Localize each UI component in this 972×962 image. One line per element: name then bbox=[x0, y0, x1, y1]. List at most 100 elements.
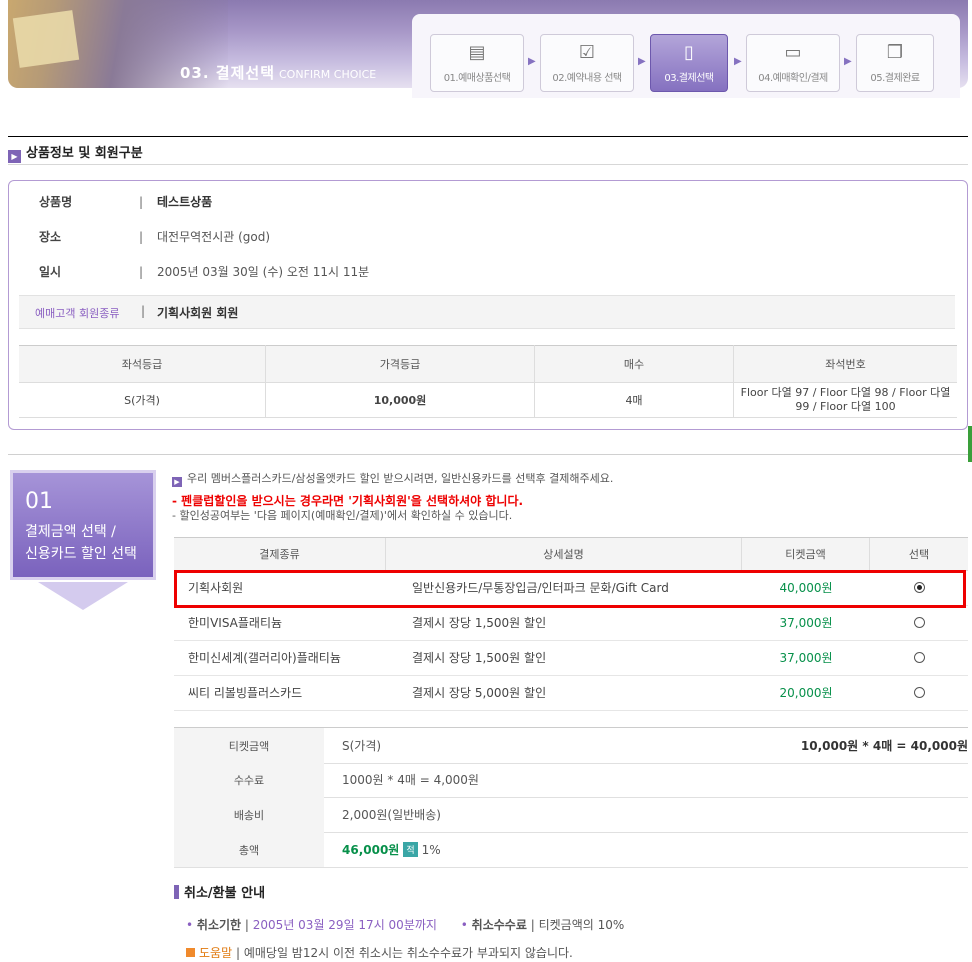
separator: | bbox=[141, 304, 146, 318]
seat-table: 좌석등급 가격등급 매수 좌석번호 S(가격) 10,000원 4매 Floor… bbox=[19, 345, 957, 418]
page-header: 03. 결제선택 CONFIRM CHOICE ▤ 01.예매상품선택 ▶ ☑ 0… bbox=[8, 0, 968, 98]
info-value: 대전무역전시관 (god) bbox=[157, 230, 271, 244]
help-line: 도움말 | 예매당일 밤12시 이전 취소시는 취소수수료가 부과되지 않습니다… bbox=[186, 944, 573, 961]
badge-number: 01 bbox=[25, 489, 53, 514]
cancel-fee-label: 취소수수료 bbox=[471, 918, 527, 932]
phone-icon: ▯ bbox=[684, 42, 694, 63]
table-row: S(가격) 10,000원 4매 Floor 다열 97 / Floor 다열 … bbox=[19, 382, 957, 418]
member-type-row: 예매고객 회원종류 | 기획사회원 회원 bbox=[19, 295, 955, 329]
step-5[interactable]: ❒ 05.결제완료 bbox=[856, 34, 934, 92]
checklist-icon: ☑ bbox=[578, 42, 596, 63]
info-row-datetime: 일시 | 2005년 03월 30일 (수) 오전 11시 11분 bbox=[39, 263, 369, 280]
page-title-text: 03. 결제선택 bbox=[180, 64, 275, 82]
help-label: 도움말 bbox=[199, 946, 233, 960]
divider bbox=[8, 136, 968, 137]
step-1-label: 01.예매상품선택 bbox=[443, 73, 511, 84]
steps-panel: ▤ 01.예매상품선택 ▶ ☑ 02.예약내용 선택 ▶ ▯ 03.결제선택 ▶… bbox=[412, 14, 960, 98]
selection-highlight bbox=[174, 570, 966, 608]
table-row[interactable]: 씨티 리볼빙플러스카드 결제시 장당 5,000원 할인 20,000원 bbox=[174, 675, 968, 711]
section-title-cancel: 취소/환불 안내 bbox=[174, 882, 265, 901]
step-4[interactable]: ▭ 04.예매확인/결제 bbox=[746, 34, 840, 92]
total-amount: 46,000원 bbox=[342, 843, 400, 857]
doc-list-icon: ▤ bbox=[468, 42, 486, 63]
payment-desc: 결제시 장당 5,000원 할인 bbox=[412, 686, 547, 700]
column-header: 좌석번호 bbox=[733, 345, 957, 383]
summary-value: 2,000원(일반배송) bbox=[342, 808, 441, 822]
info-row-product: 상품명 | 테스트상품 bbox=[39, 193, 212, 210]
page-title: 03. 결제선택 CONFIRM CHOICE bbox=[180, 62, 376, 83]
ticket-calculation: 10,000원 * 4매 = 40,000원 bbox=[800, 739, 968, 753]
badge-line2: 신용카드 할인 선택 bbox=[25, 546, 137, 562]
summary-row-ticket: 티켓금액 S(가격) 10,000원 * 4매 = 40,000원 bbox=[174, 727, 968, 764]
column-header: 상세설명 bbox=[386, 538, 742, 570]
column-header: 가격등급 bbox=[265, 345, 535, 383]
section-title-text: 취소/환불 안내 bbox=[184, 886, 266, 901]
section-title-text: 상품정보 및 회원구분 bbox=[26, 146, 143, 161]
info-value: 테스트상품 bbox=[157, 195, 213, 209]
step-arrow-icon: ▶ bbox=[638, 56, 646, 67]
dot-icon: • bbox=[186, 918, 194, 932]
step-5-label: 05.결제완료 bbox=[870, 73, 920, 84]
select-cell bbox=[870, 605, 968, 640]
separator: | bbox=[139, 265, 144, 279]
column-header: 결제종류 bbox=[174, 538, 386, 570]
column-header: 티켓금액 bbox=[742, 538, 870, 570]
bar-bullet-icon bbox=[174, 885, 179, 899]
table-header-row: 결제종류 상세설명 티켓금액 선택 bbox=[174, 537, 968, 571]
notice-text: 우리 멤버스플러스카드/삼성올앳카드 할인 받으시려면, 일반신용카드를 선택후… bbox=[187, 472, 614, 485]
payment-type: 한미VISA플래티늄 bbox=[188, 616, 283, 630]
cancel-deadline-value: 2005년 03월 29일 17시 00분까지 bbox=[252, 918, 437, 932]
payment-desc: 결제시 장당 1,500원 할인 bbox=[412, 616, 547, 630]
separator: | bbox=[244, 918, 249, 932]
cancel-deadline-line: • 취소기한 | 2005년 03월 29일 17시 00분까지 • 취소수수료… bbox=[186, 916, 624, 933]
summary-value: 1000원 * 4매 = 4,000원 bbox=[342, 773, 479, 787]
arrow-bullet-icon: ▶ bbox=[8, 150, 21, 163]
step-arrow-icon: ▶ bbox=[844, 56, 852, 67]
summary-row-total: 총액 46,000원 적 1% bbox=[174, 832, 968, 868]
card-icon: ▭ bbox=[784, 42, 802, 63]
separator: | bbox=[139, 195, 144, 209]
step-1[interactable]: ▤ 01.예매상품선택 bbox=[430, 34, 524, 92]
product-info-box: 상품명 | 테스트상품 장소 | 대전무역전시관 (god) 일시 | 2005년 03월 … bbox=[8, 180, 968, 430]
step-2-label: 02.예약내용 선택 bbox=[552, 73, 622, 84]
payment-amount: 20,000원 bbox=[779, 686, 833, 700]
header-photo-paper bbox=[12, 10, 80, 68]
summary-label: 티켓금액 bbox=[174, 728, 324, 763]
payment-radio[interactable] bbox=[913, 617, 925, 628]
notice-discount-check: - 할인성공여부는 '다음 페이지(예매확인/결제)'에서 확인하실 수 있습니… bbox=[172, 509, 513, 522]
separator: | bbox=[530, 918, 535, 932]
section-title-product: ▶ 상품정보 및 회원구분 bbox=[8, 142, 143, 163]
separator: | bbox=[139, 230, 144, 244]
select-cell bbox=[870, 675, 968, 710]
info-key: 장소 bbox=[39, 230, 62, 244]
table-row[interactable]: 한미VISA플래티늄 결제시 장당 1,500원 할인 37,000원 bbox=[174, 605, 968, 641]
notice-card-discount: ▶ 우리 멤버스플러스카드/삼성올앳카드 할인 받으시려면, 일반신용카드를 선택… bbox=[172, 470, 613, 487]
step-2[interactable]: ☑ 02.예약내용 선택 bbox=[540, 34, 634, 92]
seat-grade: S(가격) bbox=[19, 382, 266, 418]
summary-label: 수수료 bbox=[174, 762, 324, 797]
separator: | bbox=[235, 946, 240, 960]
seat-numbers: Floor 다열 97 / Floor 다열 98 / Floor 다열 99 … bbox=[733, 382, 957, 418]
member-type-label: 예매고객 회원종류 bbox=[35, 307, 120, 320]
payment-radio[interactable] bbox=[913, 687, 925, 698]
column-header: 좌석등급 bbox=[19, 345, 266, 383]
payment-amount: 37,000원 bbox=[779, 616, 833, 630]
payment-type: 씨티 리볼빙플러스카드 bbox=[188, 686, 303, 700]
payment-radio[interactable] bbox=[913, 652, 925, 663]
member-type-value: 기획사회원 회원 bbox=[157, 306, 239, 320]
column-header: 선택 bbox=[908, 548, 930, 561]
cancel-fee-value: 티켓금액의 10% bbox=[538, 918, 625, 932]
table-row[interactable]: 한미신세계(갤러리아)플래티늄 결제시 장당 1,500원 할인 37,000원 bbox=[174, 640, 968, 676]
step-3[interactable]: ▯ 03.결제선택 bbox=[650, 34, 728, 92]
point-rate: 1% bbox=[421, 842, 441, 857]
summary-row-delivery: 배송비 2,000원(일반배송) bbox=[174, 797, 968, 833]
help-icon bbox=[186, 948, 195, 957]
step-arrow-icon: ▶ bbox=[734, 56, 742, 67]
down-arrow-icon bbox=[38, 582, 128, 610]
payment-type: 한미신세계(갤러리아)플래티늄 bbox=[188, 651, 341, 665]
price-grade: 10,000원 bbox=[265, 382, 535, 418]
summary-label: 총액 bbox=[174, 832, 324, 867]
dot-icon: • bbox=[460, 918, 468, 932]
side-marker bbox=[968, 426, 972, 462]
column-header: 매수 bbox=[534, 345, 734, 383]
